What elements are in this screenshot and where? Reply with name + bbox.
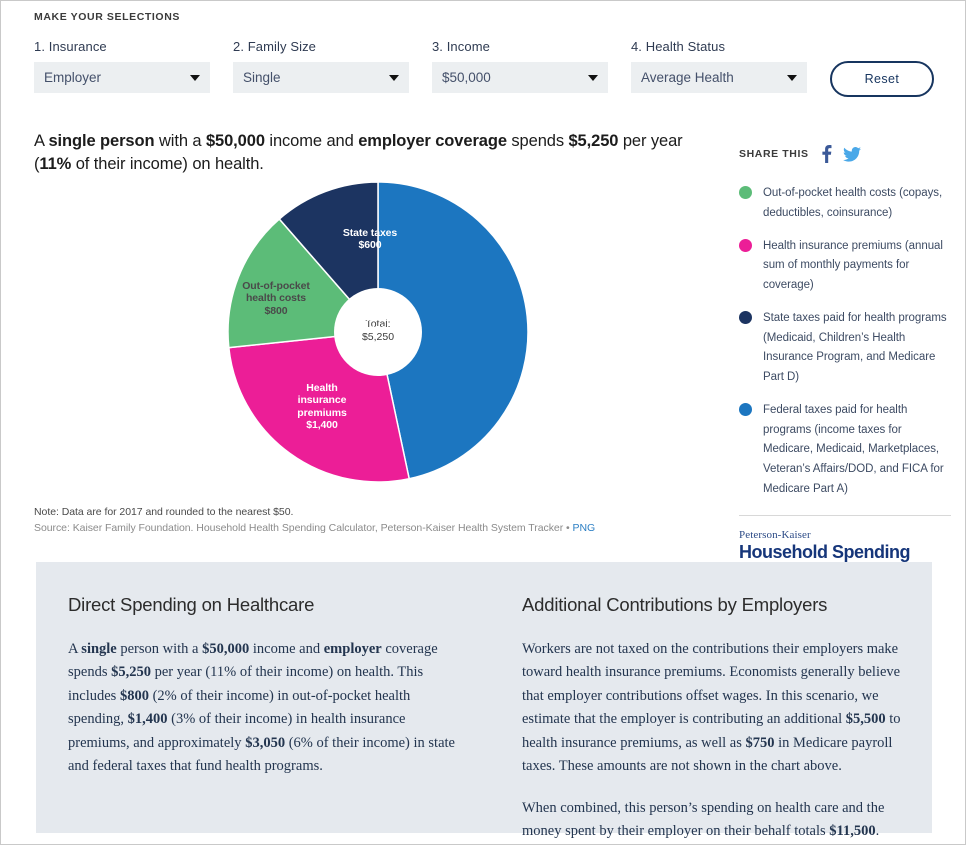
facebook-icon[interactable] [821,145,832,163]
legend-color-dot [739,310,752,324]
chart-source: Source: Kaiser Family Foundation. Househ… [34,522,595,534]
pl-b3: employer [323,641,382,657]
headline-t1: A [34,132,49,150]
income-select-value: $50,000 [441,70,491,85]
png-link[interactable]: PNG [573,522,596,534]
family-size-select-value: Single [242,70,281,85]
pl-b7: $3,050 [245,734,286,751]
selections-controls: 1. Insurance Employer 2. Family Size Sin… [34,39,934,97]
legend-color-dot [739,402,752,416]
pl-b2: $50,000 [202,641,250,657]
pr1-b2: $750 [745,734,775,751]
headline-b4: $5,250 [568,132,619,150]
control-health-status-label: 4. Health Status [630,39,726,54]
pl-b5: $800 [119,687,149,704]
legend-color-dot [739,186,752,199]
share-label: SHARE THIS [739,148,809,160]
chart-area: Total: $5,250 Federal taxes $2,450 Health… [34,177,724,487]
panel-right-paragraph-2: When combined, this person’s spending on… [522,797,910,844]
right-rail: SHARE THIS Out-of-pocket health costs (c… [739,144,951,584]
reset-button[interactable]: Reset [829,61,934,97]
pl-t3: income and [249,641,324,657]
pr1-b1: $5,500 [845,711,886,728]
share-row: SHARE THIS [739,144,951,164]
pr1-t1: Workers are not taxed on the contributio… [522,641,901,728]
chart-note: Note: Data are for 2017 and rounded to t… [34,506,294,518]
donut-hole [334,288,422,376]
control-income-label: 3. Income [431,39,490,54]
donut-chart: Total: $5,250 Federal taxes $2,450 Health… [226,180,530,484]
legend-list: Out-of-pocket health costs (copays, dedu… [739,184,951,500]
panel-left-paragraph: A single person with a $50,000 income an… [68,638,456,779]
chevron-down-icon [189,74,200,81]
pl-b1: single [81,641,117,657]
legend-item-label: Health insurance premiums (annual sum of… [763,239,943,292]
bottom-panel: Direct Spending on Healthcare A single p… [36,562,932,839]
panel-left-title: Direct Spending on Healthcare [68,594,315,615]
pr2-b1: $11,500 [829,823,876,840]
panel-right-title: Additional Contributions by Employers [522,594,828,615]
headline-b3: employer coverage [358,132,507,150]
panel-column-direct-spending: Direct Spending on Healthcare A single p… [68,594,456,797]
control-insurance: 1. Insurance Employer [34,39,210,93]
logo-peterson-kaiser: Peterson-Kaiser [739,528,811,541]
chevron-down-icon [388,74,399,81]
chevron-down-icon [587,74,598,81]
control-health-status: 4. Health Status Average Health [630,39,807,93]
control-income: 3. Income $50,000 [431,39,608,93]
chart-source-text: Source: Kaiser Family Foundation. Househ… [34,522,573,534]
headline-b1: single person [48,132,155,150]
headline-t2: with a [154,132,206,150]
legend-item: Health insurance premiums (annual sum of… [739,237,951,296]
calculator-page: MAKE YOUR SELECTIONS 1. Insurance Employ… [0,0,966,845]
rail-divider [739,514,951,516]
pl-t2: person with a [116,641,203,657]
headline-t6: of their income) on health. [71,155,264,174]
headline-t4: spends [506,132,569,150]
control-family-size: 2. Family Size Single [232,39,409,93]
twitter-icon[interactable] [842,146,861,162]
panel-right-paragraph-1: Workers are not taxed on the contributio… [522,638,910,779]
legend-item-label: Federal taxes paid for health programs (… [763,403,944,495]
headline-t3: income and [264,132,359,150]
insurance-select[interactable]: Employer [34,62,210,93]
family-size-select[interactable]: Single [232,62,409,93]
pl-t1: A [68,641,82,657]
panel-column-employer-contributions: Additional Contributions by Employers Wo… [522,594,910,862]
donut-svg [227,181,529,483]
pr2-t2: . [875,823,880,840]
legend-item: State taxes paid for health programs (Me… [739,309,951,388]
legend-item: Out-of-pocket health costs (copays, dedu… [739,184,951,224]
pl-b4: $5,250 [111,664,151,681]
headline-b5: 11% [39,155,72,174]
headline-b2: $50,000 [205,132,265,150]
health-status-select-value: Average Health [640,70,734,85]
legend-color-dot [739,238,752,252]
insurance-select-value: Employer [44,70,102,85]
headline: A single person with a $50,000 income an… [34,130,714,177]
chevron-down-icon [786,74,797,81]
income-select[interactable]: $50,000 [431,62,608,93]
legend-item-label: Out-of-pocket health costs (copays, dedu… [763,187,943,219]
control-insurance-label: 1. Insurance [34,39,107,54]
control-family-size-label: 2. Family Size [232,39,317,54]
selections-heading: MAKE YOUR SELECTIONS [34,11,180,23]
legend-item: Federal taxes paid for health programs (… [739,401,951,500]
legend-item-label: State taxes paid for health programs (Me… [763,311,947,384]
health-status-select[interactable]: Average Health [630,62,807,93]
pl-b6: $1,400 [127,711,168,728]
